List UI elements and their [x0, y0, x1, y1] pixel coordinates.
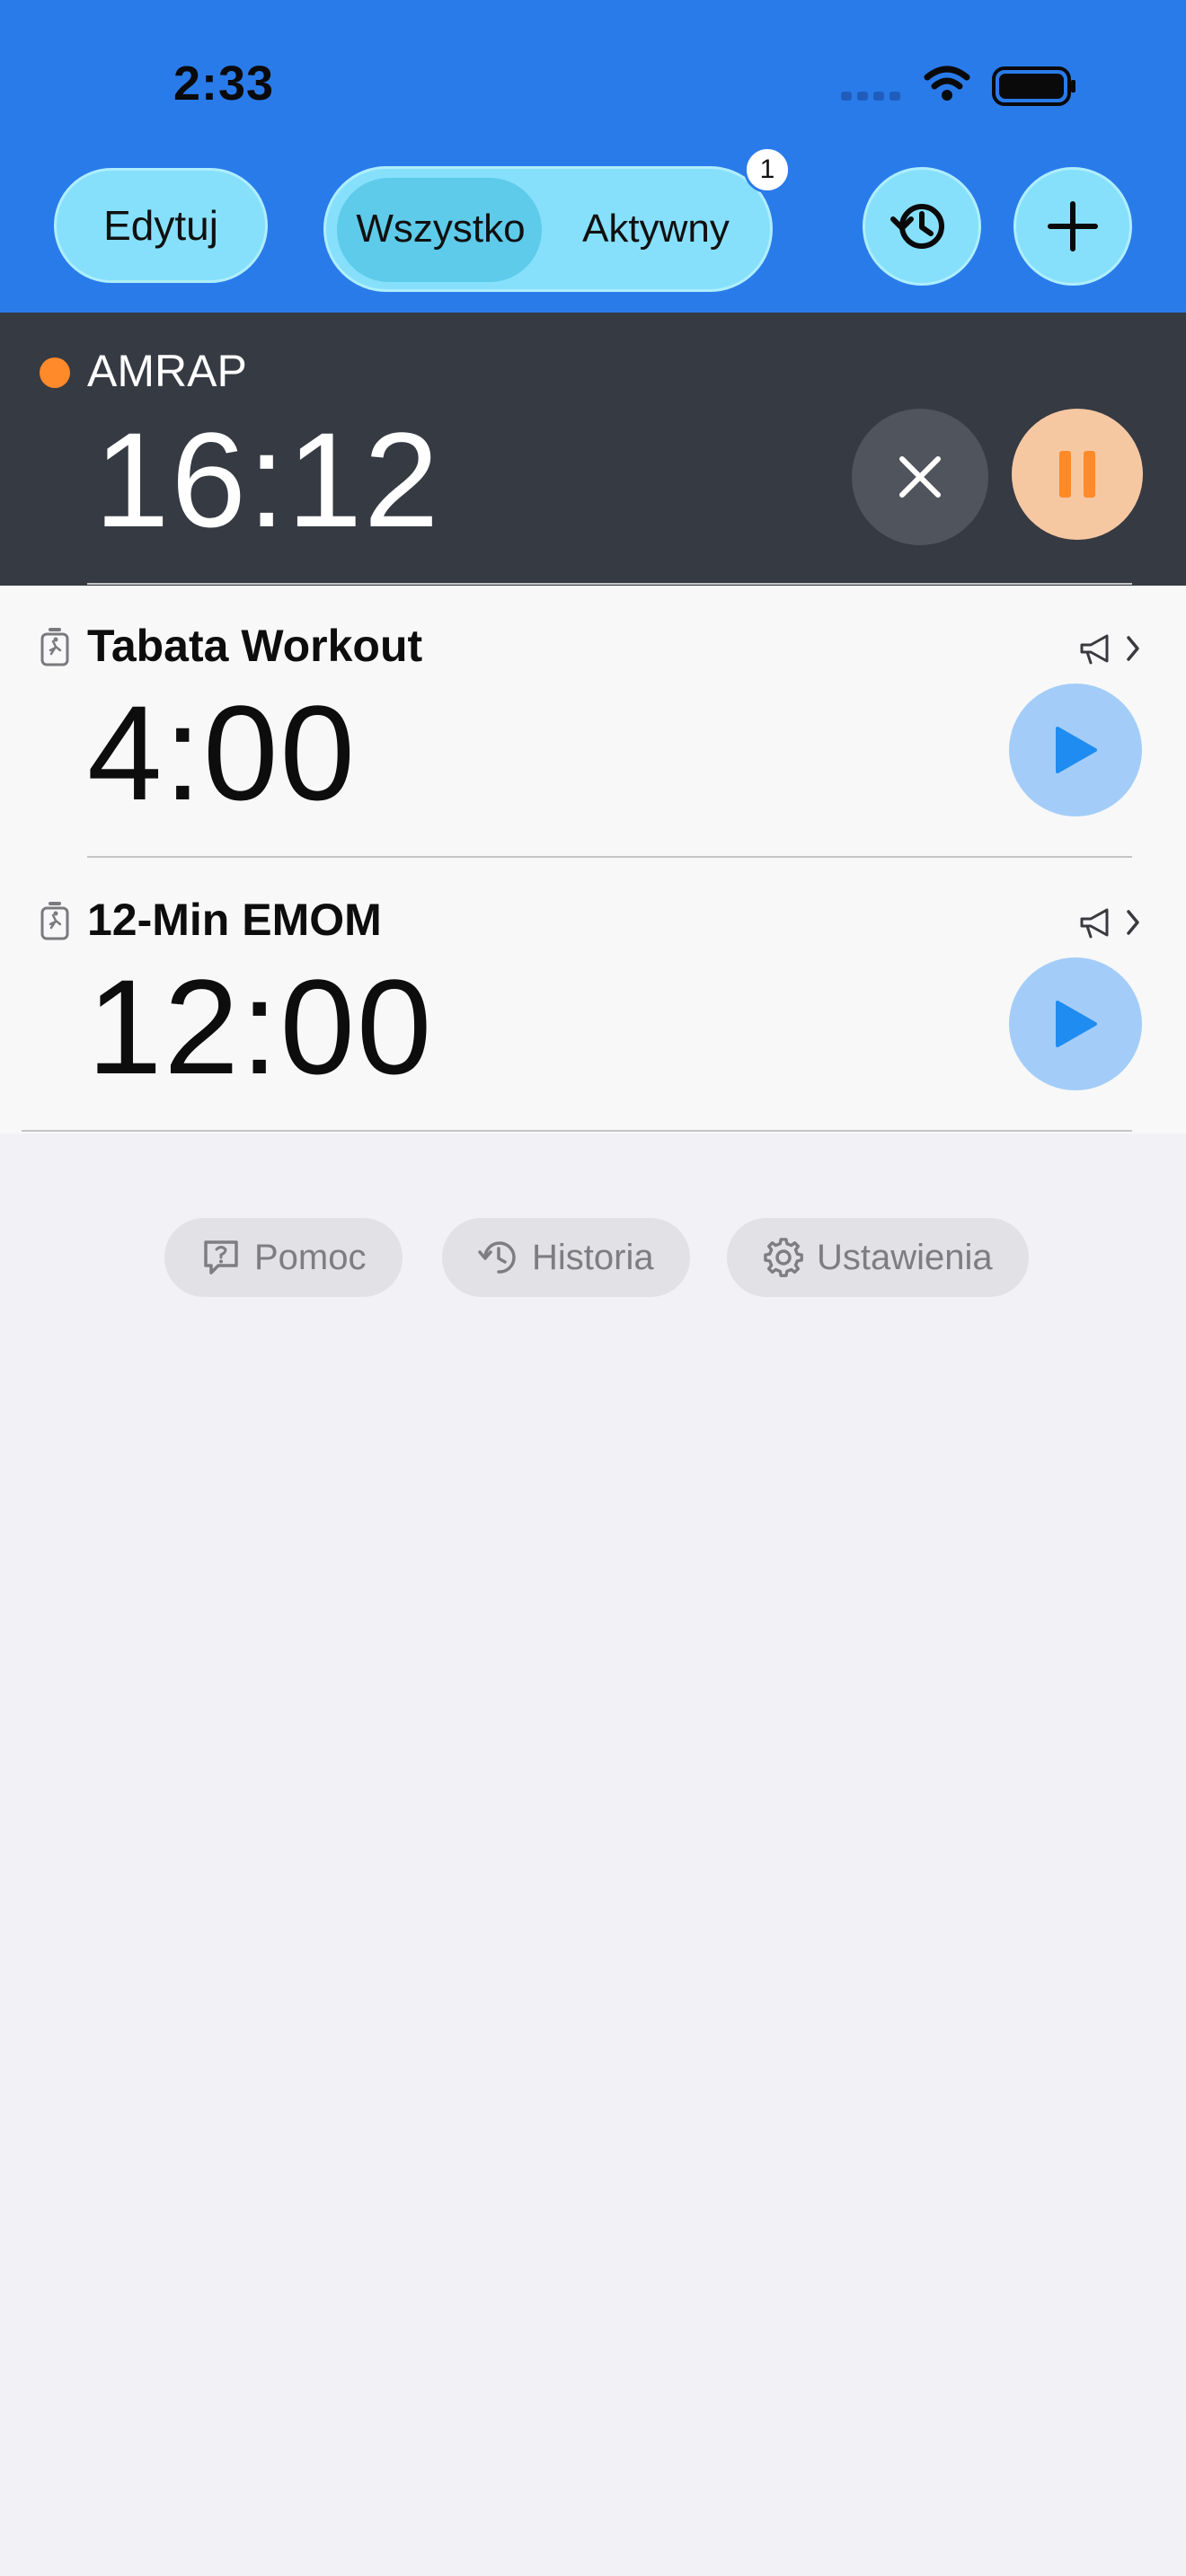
megaphone-icon[interactable]: [1078, 904, 1143, 944]
timer-duration: 12:00: [87, 951, 434, 1102]
question-bubble-icon: [204, 1240, 238, 1275]
stopwatch-run-icon: [40, 628, 69, 666]
megaphone-icon[interactable]: [1078, 631, 1143, 670]
battery-icon: [992, 66, 1075, 106]
play-button[interactable]: [1009, 684, 1142, 816]
clock-arrow-icon: [890, 204, 944, 249]
wifi-dot: [942, 90, 952, 101]
help-label: Pomoc: [254, 1237, 367, 1277]
pause-timer-button[interactable]: [1012, 409, 1143, 540]
cancel-timer-button[interactable]: [852, 409, 988, 545]
plus-icon: [1048, 201, 1098, 251]
cellular-signal-icon: [841, 92, 900, 101]
history-label: Historia: [532, 1237, 654, 1277]
gear-icon: [764, 1238, 803, 1277]
running-indicator-dot: [40, 357, 70, 388]
segment-all[interactable]: Wszystko: [349, 169, 533, 289]
play-button[interactable]: [1009, 957, 1142, 1090]
stopwatch-run-icon: [40, 902, 69, 940]
timer-duration: 4:00: [87, 677, 357, 828]
status-time: 2:33: [173, 57, 275, 110]
divider: [87, 583, 1132, 585]
active-count-badge: 1: [744, 146, 791, 193]
edit-button[interactable]: Edytuj: [54, 168, 268, 283]
active-timer-name: AMRAP: [87, 346, 247, 396]
active-timer-countdown: 16:12: [94, 404, 441, 555]
timer-name: 12-Min EMOM: [87, 895, 382, 945]
add-timer-button[interactable]: [1013, 167, 1132, 286]
filter-segmented-control[interactable]: Wszystko Aktywny: [323, 166, 773, 292]
status-icons: [841, 66, 1075, 106]
segment-active[interactable]: Aktywny: [562, 169, 750, 289]
divider: [22, 1130, 1132, 1132]
navigation-header: 2:33 Edytuj Wszystko Aktywny 1: [0, 0, 1186, 313]
wifi-icon: [924, 66, 970, 90]
help-button[interactable]: Pomoc: [164, 1218, 403, 1297]
history-icon: [478, 1241, 516, 1274]
history-button[interactable]: [863, 167, 981, 286]
close-icon: [899, 456, 941, 498]
timer-name: Tabata Workout: [87, 621, 423, 671]
history-link-button[interactable]: Historia: [442, 1218, 690, 1297]
play-icon: [1056, 727, 1097, 773]
settings-label: Ustawienia: [817, 1237, 993, 1277]
play-icon: [1056, 1001, 1097, 1047]
settings-button[interactable]: Ustawienia: [727, 1218, 1029, 1297]
pause-icon: [1059, 451, 1095, 498]
divider: [87, 856, 1132, 858]
